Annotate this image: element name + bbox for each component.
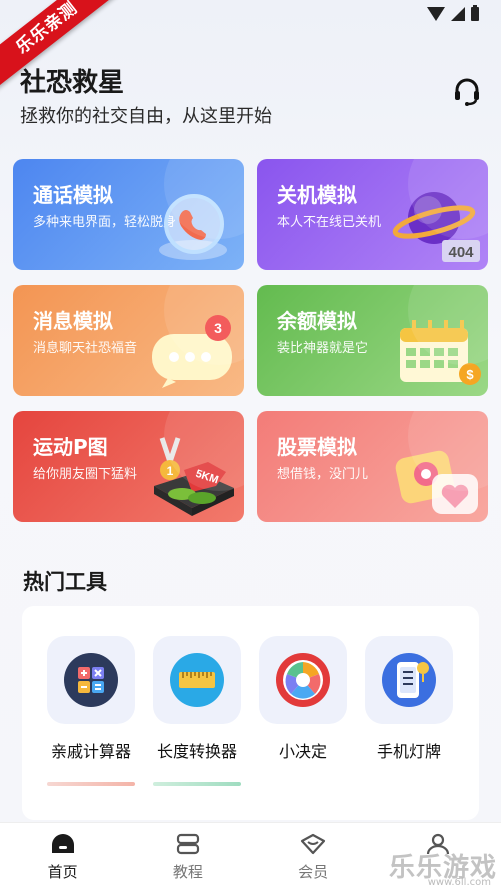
calendar-coin-icon: $ [400, 320, 481, 385]
card-desc: 本人不在线已关机 [277, 215, 382, 230]
status-icons [427, 5, 479, 21]
nav-tutorial[interactable]: 教程 [125, 823, 250, 890]
page-title: 社恐救星 [20, 68, 125, 98]
wifi-icon [427, 7, 445, 21]
medal-shoes-icon: 5KM 1 [154, 437, 234, 516]
badge-distance: 5KM [194, 468, 220, 487]
section-title-hot-tools: 热门工具 [23, 570, 107, 594]
svg-text:$: $ [466, 367, 474, 382]
card-desc: 消息聊天社恐福音 [33, 341, 138, 356]
home-icon [51, 834, 74, 853]
card-desc: 装比神器就是它 [277, 341, 369, 356]
signal-icon [451, 7, 465, 21]
tool-small-decision[interactable]: 小决定 [259, 636, 347, 762]
wheel-icon [276, 653, 330, 707]
card-balance-simulation[interactable]: 余额模拟 装比神器就是它 $ [257, 285, 488, 396]
ruler-icon [170, 653, 224, 707]
svg-text:1: 1 [167, 464, 174, 478]
card-message-simulation[interactable]: 消息模拟 消息聊天社恐福音 3 [13, 285, 244, 396]
tool-phone-lightboard[interactable]: 手机灯牌 [365, 636, 453, 762]
hot-tools-panel: 亲戚计算器 长度转换器 小决定 手机灯牌 [22, 606, 479, 820]
heart-eye-icon [395, 450, 478, 514]
tutorial-icon [176, 833, 199, 855]
card-shutdown-simulation[interactable]: 关机模拟 本人不在线已关机 404 [257, 159, 488, 270]
badge-404: 404 [448, 244, 474, 261]
battery-icon [471, 5, 479, 21]
card-title: 股票模拟 [277, 435, 357, 459]
card-title: 关机模拟 [277, 183, 357, 207]
card-desc: 想借钱，没门儿 [277, 467, 369, 482]
nav-label: 教程 [172, 863, 203, 881]
nav-home[interactable]: 首页 [0, 823, 125, 890]
chat-bubble-icon: 3 [152, 315, 232, 388]
card-title: 消息模拟 [33, 309, 113, 333]
card-desc: 给你朋友圈下猛料 [33, 467, 138, 482]
row-hint-bar [153, 782, 241, 786]
site-url: www.6ll.com [427, 877, 491, 888]
calculator-icon [64, 653, 118, 707]
tool-label: 小决定 [278, 742, 327, 761]
row-hint-bar [47, 782, 135, 786]
card-sport-photo[interactable]: 运动P图 给你朋友圈下猛料 5KM 1 [13, 411, 244, 522]
card-title: 通话模拟 [33, 183, 113, 207]
tools-row: 亲戚计算器 长度转换器 小决定 手机灯牌 [47, 636, 453, 762]
badge-count: 3 [214, 320, 222, 336]
tool-icon-container [47, 636, 135, 724]
phone-icon [159, 194, 227, 260]
nav-member[interactable]: 会员 [251, 823, 376, 890]
next-row-hint [47, 782, 241, 786]
nav-label: 会员 [298, 863, 329, 881]
feature-grid: 通话模拟 多种来电界面，轻松脱身 关机模拟 本人不在线已关机 404 消息模拟 … [13, 159, 489, 522]
tool-label: 手机灯牌 [376, 742, 441, 761]
card-stock-simulation[interactable]: 股票模拟 想借钱，没门儿 [257, 411, 488, 522]
tool-label: 亲戚计算器 [50, 742, 131, 761]
tool-length-converter[interactable]: 长度转换器 [153, 636, 241, 762]
planet-404-icon: 404 [392, 192, 480, 262]
card-call-simulation[interactable]: 通话模拟 多种来电界面，轻松脱身 [13, 159, 244, 270]
tool-relative-calculator[interactable]: 亲戚计算器 [47, 636, 135, 762]
page-subtitle: 拯救你的社交自由，从这里开始 [20, 106, 272, 127]
card-title: 余额模拟 [277, 309, 357, 333]
phone-lightboard-icon [382, 653, 436, 707]
headset-icon[interactable] [451, 76, 483, 108]
tool-label: 长度转换器 [156, 742, 237, 761]
tool-icon-container [153, 636, 241, 724]
nav-label: 首页 [47, 863, 78, 881]
tool-icon-container [259, 636, 347, 724]
tool-icon-container [365, 636, 453, 724]
member-icon [301, 833, 326, 855]
card-title: 运动P图 [33, 435, 108, 459]
